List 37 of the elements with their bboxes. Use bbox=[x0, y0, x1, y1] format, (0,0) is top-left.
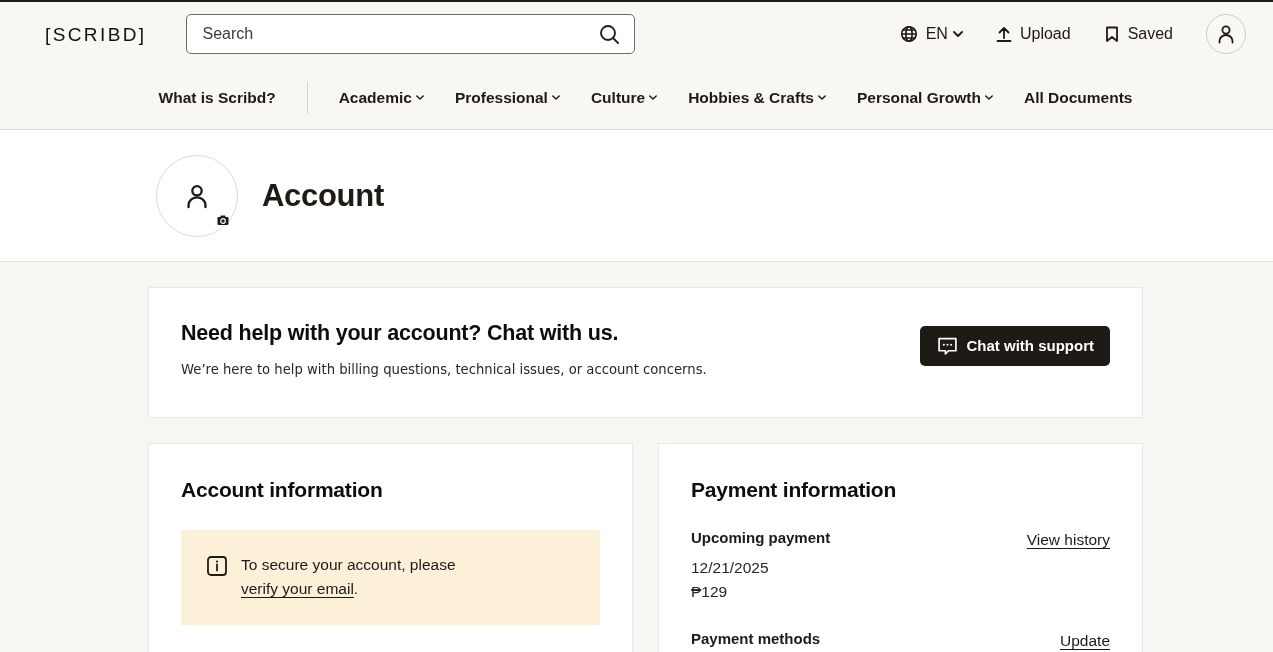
help-title: Need help with your account? Chat with us. bbox=[181, 320, 620, 346]
chat-support-button[interactable]: Chat with support bbox=[919, 325, 1110, 366]
language-button[interactable]: EN bbox=[899, 14, 963, 54]
person-icon bbox=[1216, 24, 1236, 44]
nav-link[interactable]: What is Scribd? bbox=[158, 88, 276, 107]
saved-button[interactable]: Saved bbox=[1103, 14, 1173, 54]
logo[interactable]: [SCRIBD] bbox=[45, 24, 147, 44]
search-field[interactable]: Search bbox=[185, 14, 635, 54]
camera-icon bbox=[217, 215, 229, 226]
nav-dropdown[interactable]: Hobbies & Crafts bbox=[688, 88, 826, 107]
chevron-down-icon bbox=[952, 31, 963, 37]
globe-icon bbox=[899, 25, 918, 43]
info-icon bbox=[207, 556, 227, 576]
person-icon bbox=[184, 182, 210, 209]
account-button[interactable] bbox=[1206, 14, 1246, 54]
search-icon bbox=[598, 24, 619, 44]
help-description: We’re here to help with billing questions, technical issues, or account concerns. bbox=[181, 361, 707, 377]
chat-bubble-icon bbox=[936, 336, 958, 355]
section-label: Payment methods bbox=[691, 630, 821, 647]
payment-detail: 12/21/2025 bbox=[691, 558, 770, 578]
verify-email-link[interactable]: verify your email bbox=[241, 580, 354, 597]
text-link[interactable]: Update bbox=[1060, 632, 1110, 650]
card-title: Account information bbox=[181, 477, 384, 503]
upload-button[interactable]: Upload bbox=[995, 14, 1071, 54]
nav-dropdown[interactable]: Professional bbox=[454, 88, 560, 107]
alert-message: To secure your account, please verify your email. bbox=[241, 555, 457, 599]
nav-dropdown[interactable]: Culture bbox=[590, 88, 658, 107]
upload-icon bbox=[995, 26, 1012, 42]
nav-dropdown[interactable]: Academic bbox=[338, 88, 424, 107]
bookmark-icon bbox=[1103, 26, 1120, 42]
page-title: Account bbox=[262, 177, 384, 214]
nav-dropdown[interactable]: Personal Growth bbox=[856, 88, 993, 107]
section-label: Upcoming payment bbox=[691, 529, 831, 546]
text-link[interactable]: View history bbox=[1026, 531, 1110, 549]
nav-link[interactable]: All Documents bbox=[1023, 88, 1133, 107]
payment-detail: ₱129 bbox=[691, 582, 729, 602]
card-title: Payment information bbox=[691, 477, 898, 503]
